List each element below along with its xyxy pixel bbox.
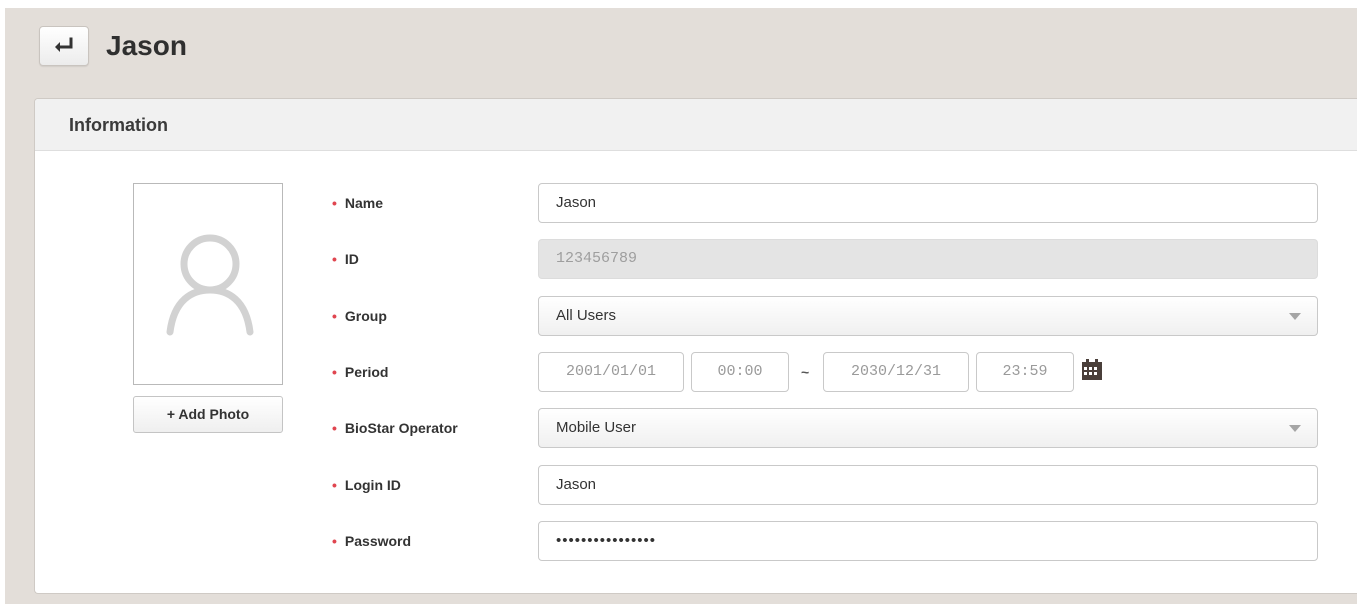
- login-id-input[interactable]: Jason: [538, 465, 1318, 505]
- login-id-label-text: Login ID: [344, 477, 401, 493]
- required-marker: •: [332, 308, 337, 324]
- period-separator: ~: [801, 364, 810, 380]
- period-label: • Period: [332, 352, 388, 392]
- password-label: • Password: [332, 521, 411, 561]
- photo-placeholder[interactable]: [133, 183, 283, 385]
- chevron-down-icon: [1289, 313, 1301, 320]
- name-label: • Name: [332, 183, 383, 223]
- id-label-text: ID: [344, 251, 359, 267]
- required-marker: •: [332, 420, 337, 436]
- operator-select-value: Mobile User: [556, 419, 637, 436]
- operator-select[interactable]: Mobile User: [538, 408, 1318, 448]
- add-photo-button[interactable]: + Add Photo: [133, 396, 283, 433]
- user-silhouette-icon: [166, 234, 254, 336]
- period-end-date[interactable]: 2030/12/31: [823, 352, 969, 392]
- group-select-value: All Users: [556, 307, 617, 324]
- required-marker: •: [332, 195, 337, 211]
- name-label-text: Name: [344, 195, 384, 211]
- name-input[interactable]: Jason: [538, 183, 1318, 223]
- required-marker: •: [332, 251, 337, 267]
- id-input: 123456789: [538, 239, 1318, 279]
- operator-label: • BioStar Operator: [332, 408, 458, 448]
- operator-label-text: BioStar Operator: [344, 420, 458, 436]
- panel-title: Information: [35, 99, 1357, 151]
- page-title: Jason: [106, 30, 187, 61]
- id-label: • ID: [332, 239, 359, 279]
- period-start-date[interactable]: 2001/01/01: [538, 352, 684, 392]
- period-end-time[interactable]: 23:59: [976, 352, 1074, 392]
- required-marker: •: [332, 364, 337, 380]
- chevron-down-icon: [1289, 425, 1301, 432]
- group-label-text: Group: [344, 308, 387, 324]
- information-panel: Information + Add Photo • Name Jason • ID …: [34, 98, 1357, 594]
- required-marker: •: [332, 477, 337, 493]
- password-input[interactable]: ••••••••••••••••: [538, 521, 1318, 561]
- login-id-label: • Login ID: [332, 465, 401, 505]
- password-label-text: Password: [344, 533, 412, 549]
- group-label: • Group: [332, 296, 387, 336]
- return-arrow-icon: [55, 37, 73, 52]
- period-label-text: Period: [344, 364, 389, 380]
- period-start-time[interactable]: 00:00: [691, 352, 789, 392]
- required-marker: •: [332, 533, 337, 549]
- calendar-icon[interactable]: [1081, 359, 1103, 381]
- back-button[interactable]: [39, 26, 89, 66]
- group-select[interactable]: All Users: [538, 296, 1318, 336]
